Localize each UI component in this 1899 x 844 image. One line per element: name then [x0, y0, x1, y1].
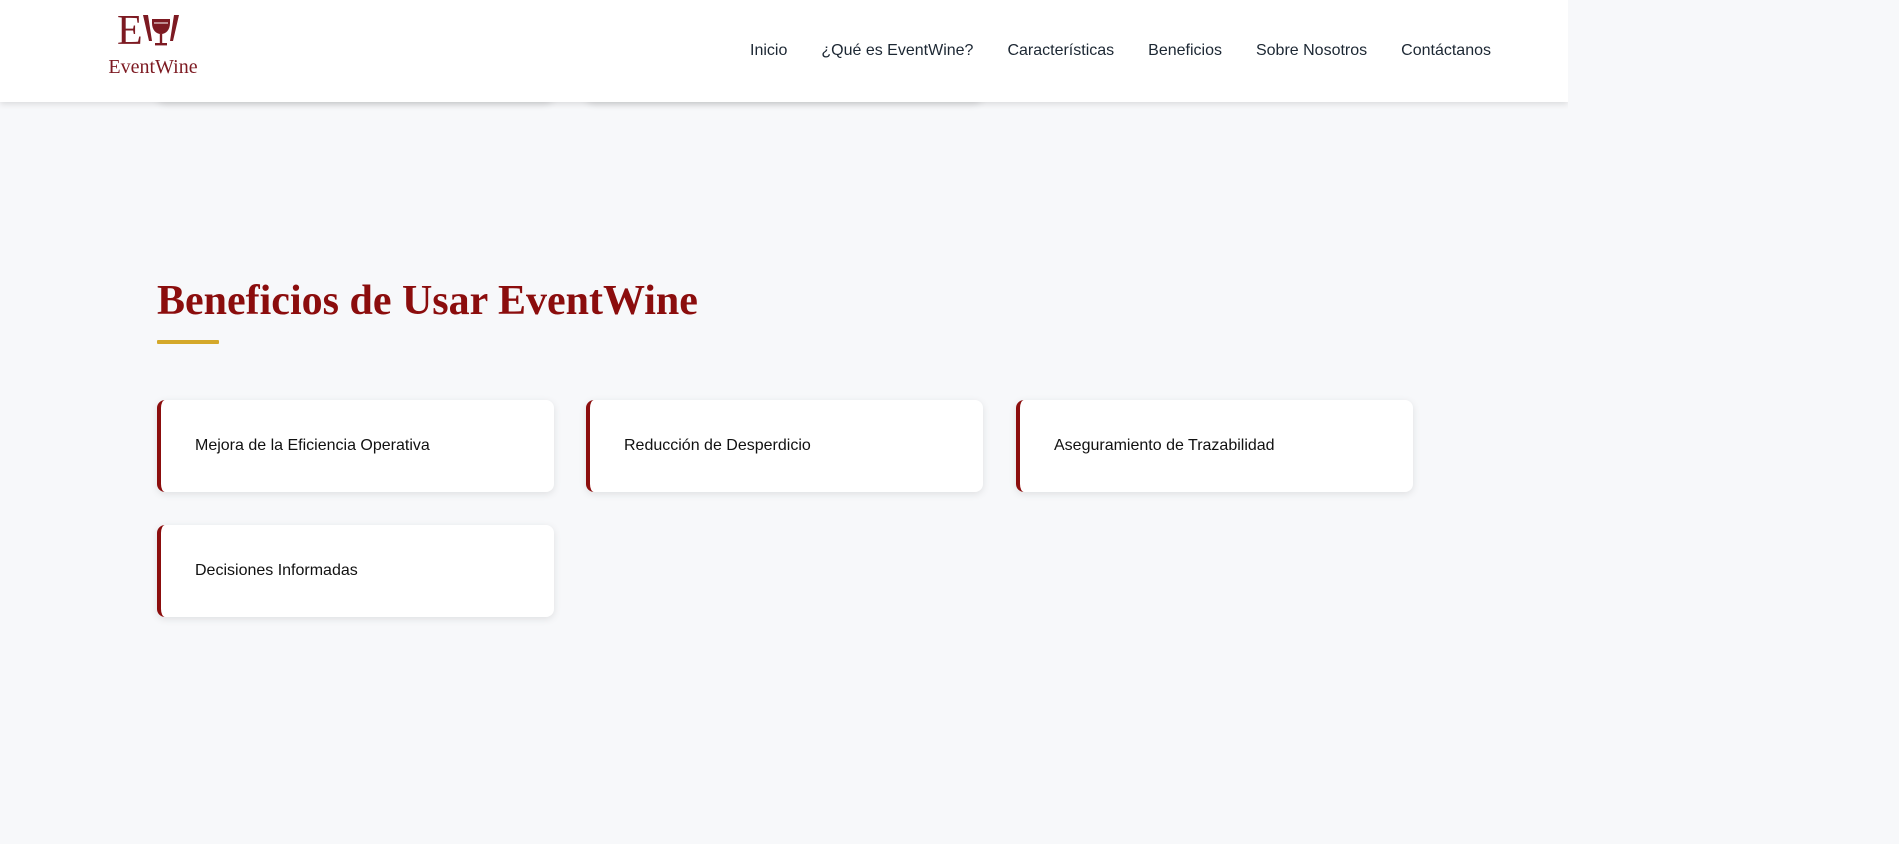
- benefit-card-desperdicio[interactable]: Reducción de Desperdicio: [586, 400, 983, 492]
- benefit-card-label: Aseguramiento de Trazabilidad: [1054, 437, 1275, 454]
- benefit-card-trazabilidad[interactable]: Aseguramiento de Trazabilidad: [1016, 400, 1413, 492]
- wine-glass-w-icon: [143, 15, 179, 46]
- benefit-card-label: Mejora de la Eficiencia Operativa: [195, 437, 430, 454]
- eventwine-logo[interactable]: E EventWine: [101, 8, 205, 78]
- nav-link-que-es-eventwine[interactable]: ¿Qué es EventWine?: [821, 42, 973, 60]
- logo-mark: E: [117, 8, 187, 54]
- page: E EventWine Inicio ¿Qué es EventWine? Ca…: [0, 0, 1568, 698]
- nav-link-caracteristicas[interactable]: Características: [1007, 42, 1114, 60]
- site-header: E EventWine Inicio ¿Qué es EventWine? Ca…: [0, 0, 1568, 102]
- nav-link-contactanos[interactable]: Contáctanos: [1401, 42, 1491, 60]
- benefits-section-title: Beneficios de Usar EventWine: [157, 278, 698, 324]
- benefit-card-decisiones[interactable]: Decisiones Informadas: [157, 525, 554, 617]
- benefit-card-label: Reducción de Desperdicio: [624, 437, 811, 454]
- logo-wordmark: EventWine: [108, 56, 198, 78]
- benefit-card-label: Decisiones Informadas: [195, 562, 358, 579]
- nav-link-sobre-nosotros[interactable]: Sobre Nosotros: [1256, 42, 1367, 60]
- nav-link-inicio[interactable]: Inicio: [750, 42, 787, 60]
- main-nav: Inicio ¿Qué es EventWine? Característica…: [750, 0, 1491, 102]
- nav-link-beneficios[interactable]: Beneficios: [1148, 42, 1222, 60]
- benefit-card-eficiencia[interactable]: Mejora de la Eficiencia Operativa: [157, 400, 554, 492]
- title-underline: [157, 340, 219, 344]
- logo-letter: E: [117, 8, 143, 54]
